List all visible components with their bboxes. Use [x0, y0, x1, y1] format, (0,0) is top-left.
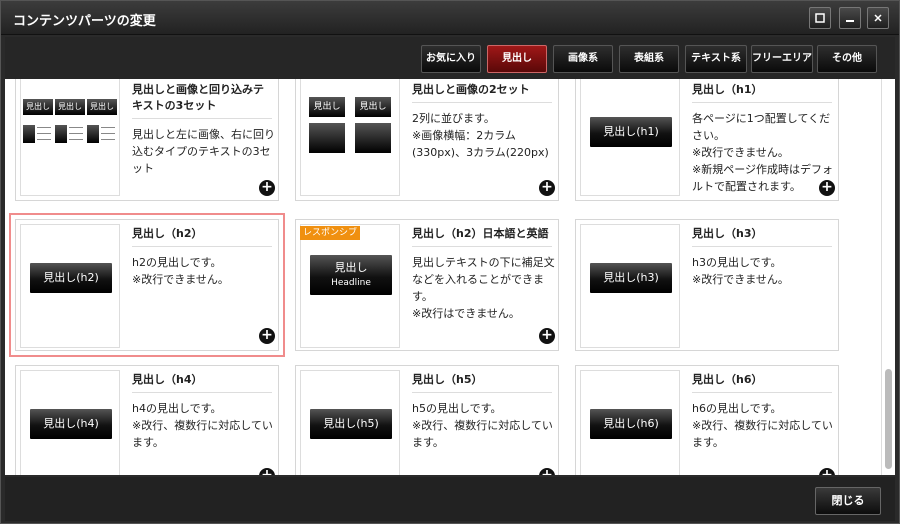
tab-free-area[interactable]: フリーエリア: [751, 45, 813, 73]
card-title: 見出し（h1）: [692, 83, 763, 96]
part-card[interactable]: 見出し 見出し 見出し 見出しと画像と回り込みテキストの3セット 見出しと左に画…: [15, 79, 279, 201]
tab-favorites[interactable]: お気に入り: [421, 45, 481, 73]
part-card[interactable]: 見出し(h3) 見出し（h3） h3の見出しです。 ※改行できません。: [575, 219, 839, 351]
minimize-icon: [846, 20, 854, 22]
add-icon[interactable]: +: [259, 180, 275, 196]
mini-image: [55, 125, 67, 143]
card-thumbnail: 見出し(h3): [580, 224, 680, 348]
tab-other[interactable]: その他: [817, 45, 877, 73]
card-description: 見出しと左に画像、右に回り込むタイプのテキストの3セット: [132, 128, 275, 175]
tab-headings[interactable]: 見出し: [487, 45, 547, 73]
card-description: h4の見出しです。 ※改行、複数行に対応しています。: [132, 402, 273, 449]
responsive-badge: レスポンシブ: [300, 226, 361, 240]
mini-heading: 見出し: [55, 99, 85, 115]
heading-preview: 見出し(h3): [590, 263, 672, 293]
card-title: 見出し（h6）: [692, 373, 763, 386]
add-icon[interactable]: +: [259, 328, 275, 344]
part-card[interactable]: 見出し(h6) 見出し（h6） h6の見出しです。 ※改行、複数行に対応していま…: [575, 365, 839, 475]
heading-preview: 見出し(h1): [590, 117, 672, 147]
minimize-button[interactable]: [839, 7, 861, 29]
card-description: 各ページに1つ配置してください。 ※改行できません。 ※新規ページ作成時はデフォ…: [692, 112, 833, 193]
scrollbar-thumb[interactable]: [885, 369, 892, 469]
heading-preview-sub: Headline: [331, 278, 371, 288]
heading-preview: 見出し(h4): [30, 409, 112, 439]
tab-text[interactable]: テキスト系: [685, 45, 747, 73]
mini-heading: 見出し: [355, 97, 391, 117]
card-title: 見出しと画像の2セット: [412, 83, 530, 96]
heading-preview: 見出し(h6): [590, 409, 672, 439]
scrollbar[interactable]: [881, 79, 895, 475]
heading-preview: 見出し Headline: [310, 255, 392, 295]
card-title: 見出し（h2）日本語と英語: [412, 227, 549, 240]
heading-preview: 見出し(h2): [30, 263, 112, 293]
close-window-button[interactable]: [867, 7, 889, 29]
card-thumbnail: 見出し(h1): [580, 79, 680, 196]
card-description: h5の見出しです。 ※改行、複数行に対応しています。: [412, 402, 553, 449]
card-title: 見出し（h4）: [132, 373, 203, 386]
card-thumbnail: 見出し(h4): [20, 370, 120, 475]
mini-heading: 見出し: [87, 99, 117, 115]
add-icon[interactable]: +: [539, 180, 555, 196]
mini-image: [309, 123, 345, 153]
part-card[interactable]: 見出し 見出し 見出しと画像の2セット 2列に並びます。 ※画像横幅：2カラム(…: [295, 79, 559, 201]
card-title: 見出し（h5）: [412, 373, 483, 386]
heading-preview: 見出し(h5): [310, 409, 392, 439]
parts-grid: 見出し 見出し 見出し 見出しと画像と回り込みテキストの3セット 見出しと左に画…: [5, 79, 881, 475]
mini-heading: 見出し: [309, 97, 345, 117]
title-bar: コンテンツパーツの変更: [1, 1, 899, 35]
window-title: コンテンツパーツの変更: [13, 14, 156, 29]
card-thumbnail: 見出し(h6): [580, 370, 680, 475]
card-description: 2列に並びます。 ※画像横幅：2カラム(330px)、3カラム(220px): [412, 112, 549, 159]
tab-tables[interactable]: 表組系: [619, 45, 679, 73]
card-thumbnail: 見出し(h5): [300, 370, 400, 475]
card-thumbnail: 見出し(h2): [20, 224, 120, 348]
add-icon[interactable]: +: [539, 328, 555, 344]
heading-preview-label: 見出し: [334, 261, 368, 274]
part-card[interactable]: 見出し(h4) 見出し（h4） h4の見出しです。 ※改行、複数行に対応していま…: [15, 365, 279, 475]
card-thumbnail: 見出し Headline: [300, 224, 400, 348]
add-icon[interactable]: +: [259, 468, 275, 475]
add-icon[interactable]: +: [819, 468, 835, 475]
card-description: h3の見出しです。 ※改行できません。: [692, 256, 789, 286]
category-tabs: お気に入り 見出し 画像系 表組系 テキスト系 フリーエリア その他: [5, 37, 895, 79]
card-description: 見出しテキストの下に補足文などを入れることができます。 ※改行はできません。: [412, 256, 555, 320]
mini-image: [23, 125, 35, 143]
card-thumbnail: 見出し 見出し 見出し: [20, 79, 120, 196]
mini-image: [355, 123, 391, 153]
tab-images[interactable]: 画像系: [553, 45, 613, 73]
card-title: 見出しと画像と回り込みテキストの3セット: [132, 83, 264, 112]
add-icon[interactable]: +: [539, 468, 555, 475]
mini-heading: 見出し: [23, 99, 53, 115]
card-description: h2の見出しです。 ※改行できません。: [132, 256, 229, 286]
part-card[interactable]: 見出し(h2) 見出し（h2） h2の見出しです。 ※改行できません。 +: [9, 213, 285, 357]
add-icon[interactable]: +: [819, 180, 835, 196]
card-description: h6の見出しです。 ※改行、複数行に対応しています。: [692, 402, 833, 449]
part-card[interactable]: 見出し(h5) 見出し（h5） h5の見出しです。 ※改行、複数行に対応していま…: [295, 365, 559, 475]
mini-image: [87, 125, 99, 143]
modal-window: コンテンツパーツの変更 お気に入り 見出し 画像系 表組系 テキスト系 フリーエ…: [0, 0, 900, 524]
part-card[interactable]: 見出し(h1) 見出し（h1） 各ページに1つ配置してください。 ※改行できませ…: [575, 79, 839, 201]
restore-icon: [815, 13, 825, 23]
card-thumbnail: 見出し 見出し: [300, 79, 400, 196]
close-icon: [874, 14, 882, 22]
dialog-footer: 閉じる: [5, 477, 895, 521]
close-button[interactable]: 閉じる: [815, 487, 881, 515]
card-title: 見出し（h3）: [692, 227, 763, 240]
restore-button[interactable]: [809, 7, 831, 29]
part-card[interactable]: 見出し Headline レスポンシブ 見出し（h2）日本語と英語 見出しテキス…: [295, 219, 559, 351]
card-title: 見出し（h2）: [132, 227, 203, 240]
